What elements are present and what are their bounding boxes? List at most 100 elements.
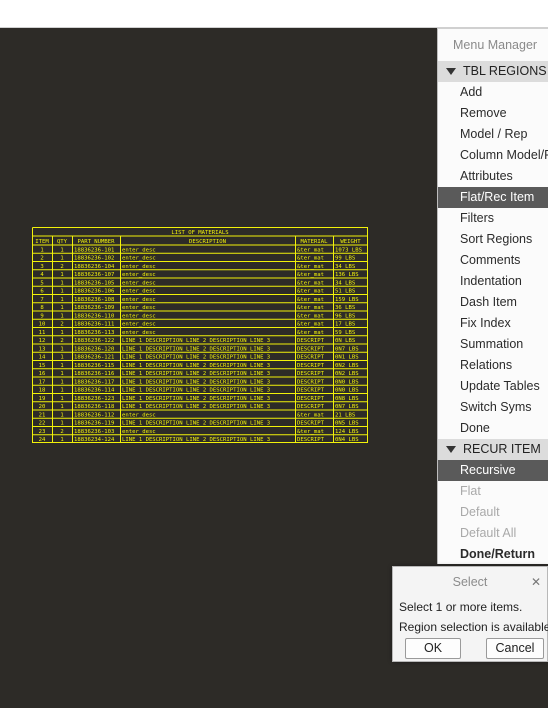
- table-cell: DESCRIPT: [297, 346, 325, 352]
- table-cell: &ter_mat: [297, 272, 324, 278]
- table-cell: 13: [39, 346, 46, 352]
- cancel-button[interactable]: Cancel: [486, 638, 544, 659]
- table-cell: &ter_mat: [297, 280, 324, 286]
- table-cell: 18836236-106: [74, 289, 114, 295]
- table-cell: LINE 1 DESCRIPTION LINE 2 DESCRIPTION LI…: [122, 346, 270, 352]
- menu-item-relations[interactable]: Relations: [438, 355, 548, 376]
- menu-item-flat: Flat: [460, 484, 481, 498]
- table-cell: 159 LBS: [335, 297, 359, 303]
- table-cell: 18836236-107: [74, 272, 114, 278]
- table-cell: &ter_mat: [297, 264, 324, 270]
- menu-item-switch-syms[interactable]: Switch Syms: [438, 397, 548, 418]
- table-cell: &ter_mat: [297, 297, 324, 303]
- table-cell: 18836236-110: [74, 313, 114, 319]
- menu-item-sort-regions[interactable]: Sort Regions: [438, 229, 548, 250]
- table-cell: enter_desc: [122, 412, 156, 418]
- menu-item-flat-rec-item[interactable]: Flat/Rec Item: [438, 187, 548, 208]
- menu-item-model-rep[interactable]: Model / Rep: [438, 124, 548, 145]
- table-cell: 1: [60, 313, 63, 319]
- table-cell: 18836236-117: [74, 379, 114, 385]
- table-cell: enter_desc: [122, 264, 156, 270]
- table-cell: LINE 1 DESCRIPTION LINE 2 DESCRIPTION LI…: [122, 379, 270, 385]
- dialog-title: Select ✕: [393, 567, 547, 597]
- table-cell: 18836236-123: [74, 396, 114, 402]
- menu-item-add[interactable]: Add: [438, 82, 548, 103]
- table-cell: 0N0 LBS: [335, 388, 359, 394]
- table-cell: 2: [40, 256, 43, 262]
- table-cell: 8: [40, 305, 44, 311]
- table-cell: 24: [39, 437, 46, 443]
- table-cell: enter_desc: [122, 330, 156, 336]
- column-header: PART NUMBER: [77, 239, 115, 245]
- menu-item-attributes[interactable]: Attributes: [438, 166, 548, 187]
- table-cell: 18836236-119: [74, 421, 114, 427]
- collapse-triangle-icon[interactable]: [446, 446, 456, 453]
- table-cell: &ter_mat: [297, 247, 324, 253]
- table-cell: 0N7 LBS: [335, 346, 359, 352]
- menu-item-done-return[interactable]: Done/Return: [438, 544, 548, 565]
- table-cell: enter_desc: [122, 313, 156, 319]
- table-cell: 0N1 LBS: [335, 355, 359, 361]
- table-cell: 18836236-102: [74, 256, 114, 262]
- table-cell: 2: [60, 338, 63, 344]
- recur-item-items: Recursive Flat Default Default All Done/Retu…: [438, 460, 548, 565]
- table-cell: 18836236-113: [74, 330, 114, 336]
- menu-item-remove[interactable]: Remove: [438, 103, 548, 124]
- close-icon[interactable]: ✕: [529, 567, 543, 597]
- table-cell: 1: [60, 388, 63, 394]
- table-cell: 1: [60, 437, 63, 443]
- table-cell: 7: [40, 297, 43, 303]
- column-header: QTY: [57, 239, 68, 245]
- ok-button[interactable]: OK: [405, 638, 461, 659]
- table-cell: 34 LBS: [335, 280, 355, 286]
- table-cell: DESCRIPT: [297, 404, 325, 410]
- recur-item-header[interactable]: RECUR ITEM: [438, 439, 548, 460]
- table-cell: 6: [40, 289, 43, 295]
- menu-item-column-model-f[interactable]: Column Model/F: [438, 145, 548, 166]
- table-cell: 18: [39, 388, 46, 394]
- table-cell: 96 LBS: [335, 313, 355, 319]
- table-cell: 18836236-120: [74, 346, 114, 352]
- table-cell: 51 LBS: [335, 289, 355, 295]
- menu-item-summation[interactable]: Summation: [438, 334, 548, 355]
- menu-item-done[interactable]: Done: [438, 418, 548, 439]
- menu-item-indentation[interactable]: Indentation: [438, 271, 548, 292]
- tbl-regions-header[interactable]: TBL REGIONS: [438, 61, 548, 82]
- table-cell: 34 LBS: [335, 264, 355, 270]
- table-cell: 18836236-103: [74, 429, 114, 435]
- table-cell: enter_desc: [122, 272, 156, 278]
- table-cell: &ter_mat: [297, 313, 324, 319]
- dialog-message-2: Region selection is available.: [399, 620, 548, 634]
- menu-item-update-tables[interactable]: Update Tables: [438, 376, 548, 397]
- table-cell: &ter_mat: [297, 412, 324, 418]
- table-cell: 1: [60, 272, 63, 278]
- collapse-triangle-icon[interactable]: [446, 68, 456, 75]
- table-cell: LINE 1 DESCRIPTION LINE 2 DESCRIPTION LI…: [122, 437, 270, 443]
- table-cell: enter_desc: [122, 280, 156, 286]
- table-cell: 18836236-109: [74, 305, 114, 311]
- table-cell: 2: [60, 322, 63, 328]
- table-cell: &ter_mat: [297, 256, 324, 262]
- recur-item-label: RECUR ITEM: [463, 442, 541, 456]
- menu-item-filters[interactable]: Filters: [438, 208, 548, 229]
- table-cell: 1: [40, 247, 43, 253]
- table-cell: DESCRIPT: [297, 338, 325, 344]
- table-cell: 18836234-124: [74, 437, 115, 443]
- table-cell: 1: [60, 305, 63, 311]
- table-cell: 0N5 LBS: [335, 421, 359, 427]
- list-of-materials-table[interactable]: LIST OF MATERIALS ITEM QTY PART NUMBER DESCR…: [32, 227, 369, 443]
- table-cell: 10: [39, 322, 46, 328]
- table-cell: &ter_mat: [297, 289, 324, 295]
- menu-item-recursive[interactable]: Recursive: [438, 460, 548, 481]
- table-cell: 18836236-114: [74, 388, 115, 394]
- menu-item-comments[interactable]: Comments: [438, 250, 548, 271]
- table-cell: 9: [40, 313, 43, 319]
- table-cell: DESCRIPT: [297, 371, 325, 377]
- table-cell: enter_desc: [122, 305, 156, 311]
- menu-item-dash-item[interactable]: Dash Item: [438, 292, 548, 313]
- table-cell: 18836236-118: [74, 404, 115, 410]
- table-cell: DESCRIPT: [297, 437, 325, 443]
- table-cell: 1: [60, 396, 63, 402]
- menu-item-fix-index[interactable]: Fix Index: [438, 313, 548, 334]
- table-cell: 1: [60, 346, 63, 352]
